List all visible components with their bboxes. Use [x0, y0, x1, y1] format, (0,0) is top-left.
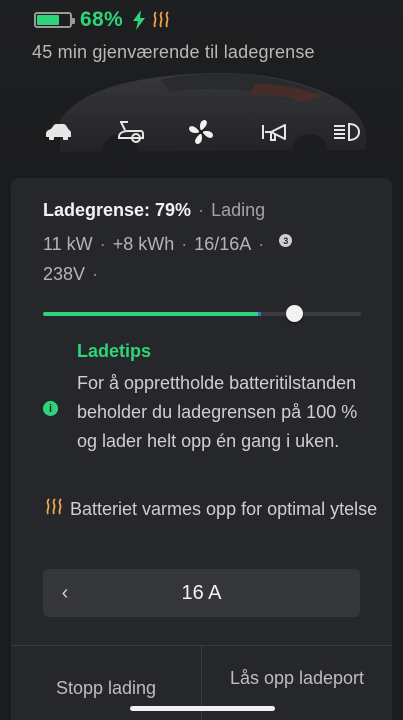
status-row: 68%: [34, 8, 170, 32]
charge-limit: Ladegrense: 79%: [43, 200, 192, 220]
quick-controls: [0, 114, 403, 150]
lightning-bolt-icon: [132, 10, 145, 30]
battery-heating-icon: [153, 11, 169, 28]
amperage-selector: 16 A ‹: [43, 569, 360, 617]
fan-icon[interactable]: [183, 114, 219, 150]
battery-heating-note: Batteriet varmes opp for optimal ytelse: [70, 499, 378, 519]
charge-voltage-row: 238V ·: [43, 264, 99, 284]
phase-count-badge: 3: [279, 234, 293, 247]
tip-body: For å opprettholde batteritilstanden beh…: [77, 373, 358, 451]
battery-heating-icon: [46, 498, 62, 515]
charge-power: 11 kW: [43, 234, 93, 254]
battery-fill: [37, 15, 59, 25]
car-icon[interactable]: [40, 114, 76, 150]
energy-added: +8 kWh: [112, 234, 175, 254]
horn-icon[interactable]: [256, 114, 292, 150]
charge-limit-slider[interactable]: [43, 305, 361, 322]
charge-level-fill: [43, 312, 258, 316]
tip-title: Ladetips: [77, 341, 152, 361]
charge-current: 16/16A: [194, 234, 252, 254]
charge-voltage: 238V: [43, 264, 86, 284]
time-remaining: 45 min gjenværende til ladegrense: [32, 42, 315, 62]
battery-icon: [34, 12, 75, 28]
charge-limit-line: Ladegrense: 79% · Lading: [43, 200, 265, 221]
vehicle-header: 68% 45 min gjenværende til ladegrense: [0, 0, 403, 180]
charge-stats-row: 11 kW · +8 kWh · 16/16A · 3: [43, 234, 293, 255]
home-indicator[interactable]: [130, 706, 275, 711]
charging-panel: Ladegrense: 79% · Lading 11 kW · +8 kWh · 16/1…: [11, 178, 392, 720]
info-icon: i: [43, 401, 58, 416]
charging-state: Lading: [211, 200, 266, 220]
charge-limit-segment: [258, 312, 261, 316]
separator-dot: ·: [198, 200, 205, 220]
amperage-value: 16 A: [181, 582, 222, 604]
battery-percent: 68%: [80, 8, 123, 31]
decrease-amperage-button[interactable]: ‹: [55, 569, 75, 617]
charge-port-icon[interactable]: [112, 114, 148, 150]
headlights-icon[interactable]: [328, 114, 364, 150]
charge-limit-thumb[interactable]: [286, 305, 303, 322]
